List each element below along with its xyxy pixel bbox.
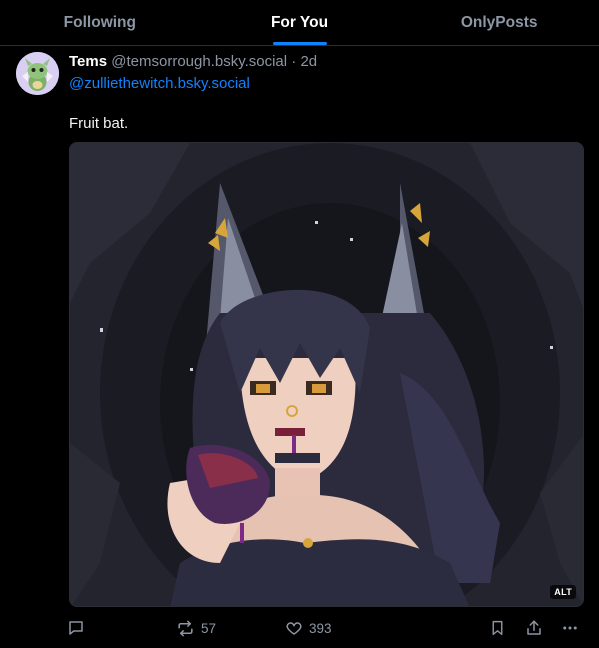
post-text: Fruit bat. — [69, 115, 129, 132]
tab-following-label: Following — [63, 13, 136, 31]
reply-bubble-icon — [67, 619, 85, 637]
tab-following[interactable]: Following — [0, 0, 200, 45]
post-actions: 57 393 — [0, 616, 599, 640]
meta-separator: · — [291, 53, 297, 70]
tab-onlyposts-label: OnlyPosts — [460, 13, 538, 31]
feed-tab-bar: Following For You OnlyPosts — [0, 0, 599, 46]
author-name[interactable]: Tems — [69, 53, 107, 70]
tab-onlyposts[interactable]: OnlyPosts — [399, 0, 599, 45]
tab-for-you-label: For You — [270, 13, 329, 31]
author-avatar[interactable] — [16, 52, 59, 95]
active-tab-indicator — [272, 42, 327, 45]
share-icon — [525, 619, 543, 637]
more-dots-icon — [561, 619, 579, 637]
tab-for-you[interactable]: For You — [200, 0, 400, 45]
repost-icon — [176, 619, 195, 638]
repost-button[interactable]: 57 — [176, 616, 216, 640]
share-button[interactable] — [525, 616, 543, 640]
post-header: Tems @temsorrough.bsky.social · 2d — [69, 53, 317, 71]
alt-text-badge[interactable]: ALT — [550, 585, 576, 599]
repost-count: 57 — [201, 620, 217, 636]
reply-button[interactable] — [67, 616, 85, 640]
mention-link[interactable]: @zulliethewitch.bsky.social — [69, 75, 250, 93]
more-options-button[interactable] — [561, 616, 579, 640]
like-count: 393 — [309, 620, 332, 636]
heart-icon — [285, 619, 303, 637]
pixel-art-illustration — [70, 143, 583, 606]
like-button[interactable]: 393 — [285, 616, 332, 640]
bookmark-icon — [489, 619, 506, 637]
author-handle[interactable]: @temsorrough.bsky.social — [111, 53, 287, 70]
post-image[interactable]: ALT — [69, 142, 584, 607]
bookmark-button[interactable] — [489, 616, 506, 640]
post-age[interactable]: 2d — [300, 53, 317, 70]
